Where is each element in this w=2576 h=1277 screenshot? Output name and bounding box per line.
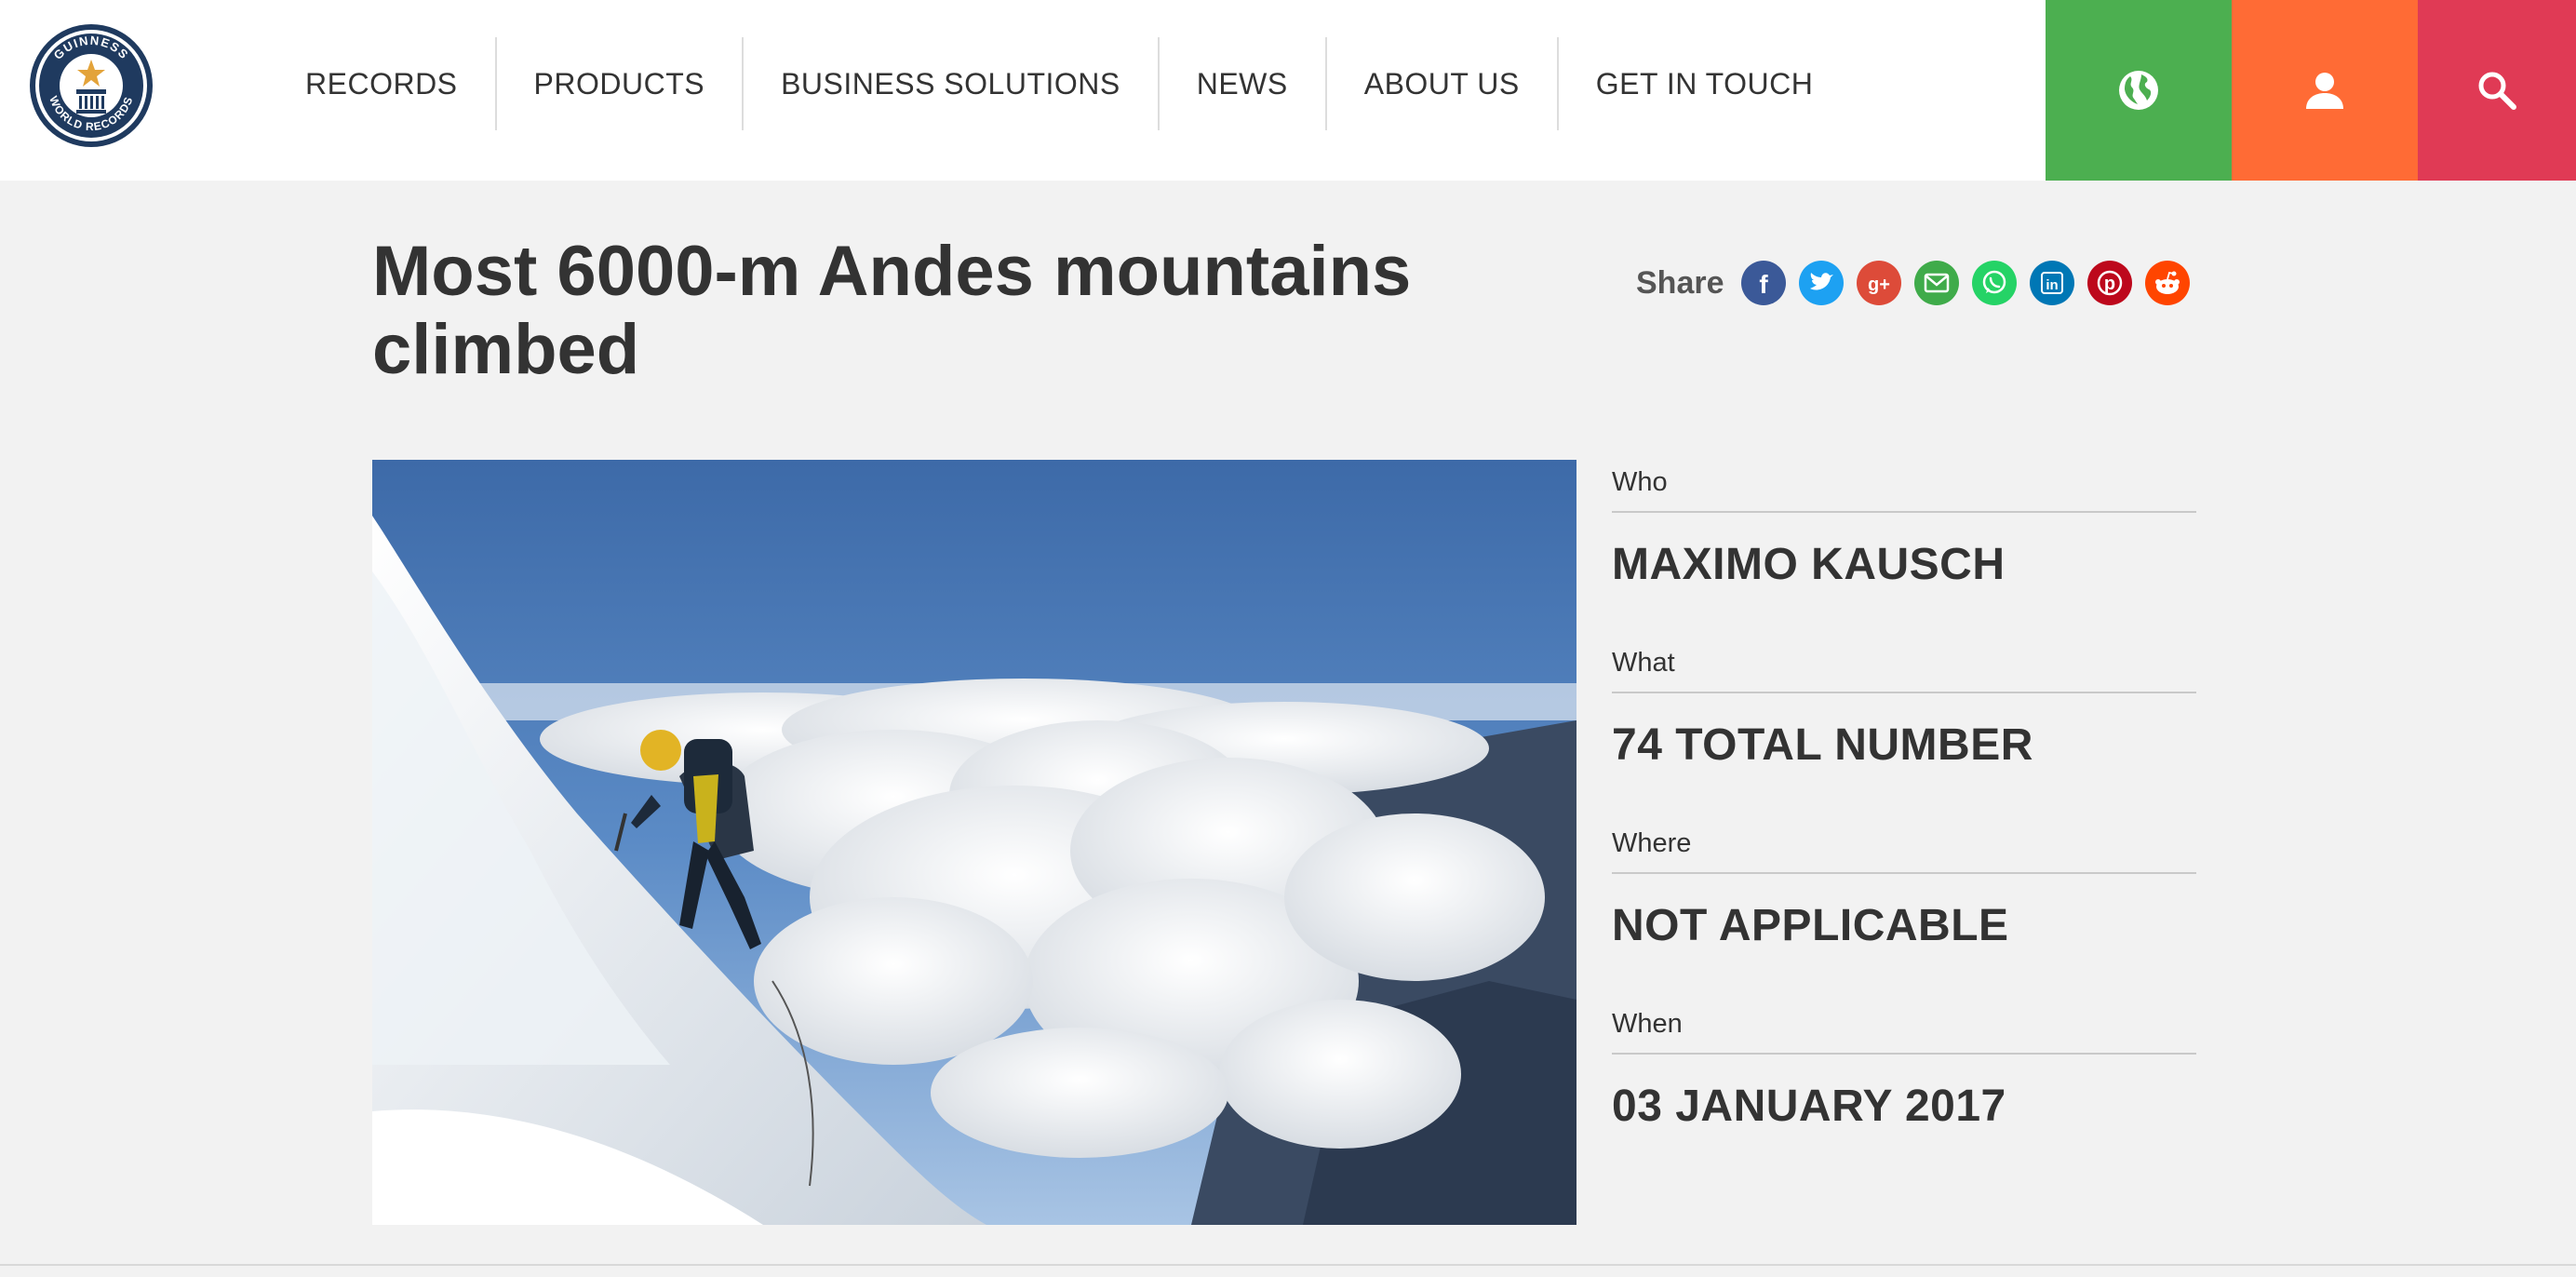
svg-text:p: p bbox=[2103, 274, 2114, 294]
when-label: When bbox=[1612, 1009, 2196, 1055]
linkedin-icon[interactable]: in bbox=[2029, 261, 2074, 305]
svg-text:in: in bbox=[2046, 277, 2058, 293]
guinness-logo[interactable]: GUINNESS WORLD RECORDS bbox=[28, 22, 154, 149]
search-button[interactable] bbox=[2418, 0, 2576, 181]
facebook-icon[interactable]: f bbox=[1740, 261, 1786, 305]
main-nav: RECORDS PRODUCTS BUSINESS SOLUTIONS NEWS… bbox=[270, 37, 1850, 130]
record-details: Who MAXIMO KAUSCH What 74 TOTAL NUMBER W… bbox=[1612, 460, 2196, 1182]
user-icon bbox=[2306, 73, 2343, 109]
nav-item-products[interactable]: PRODUCTS bbox=[494, 37, 743, 130]
content-divider bbox=[0, 1264, 2576, 1266]
site-header: GUINNESS WORLD RECORDS RECORDS PRODUCTS … bbox=[0, 0, 2576, 181]
nav-item-records[interactable]: RECORDS bbox=[270, 37, 495, 130]
svg-text:f: f bbox=[1759, 270, 1768, 299]
globe-icon bbox=[2119, 71, 2158, 110]
what-value: 74 TOTAL NUMBER bbox=[1612, 720, 2033, 770]
record-photo bbox=[372, 460, 1576, 1225]
pinterest-icon[interactable]: p bbox=[2086, 261, 2132, 305]
twitter-icon[interactable] bbox=[1798, 261, 1844, 305]
page-title: Most 6000-m Andes mountains climbed bbox=[372, 232, 1412, 389]
share-label: Share bbox=[1636, 264, 1724, 301]
google-plus-icon[interactable]: g+ bbox=[1856, 261, 1901, 305]
nav-item-get-in-touch[interactable]: GET IN TOUCH bbox=[1556, 37, 1851, 130]
nav-item-about-us[interactable]: ABOUT US bbox=[1324, 37, 1557, 130]
where-value: NOT APPLICABLE bbox=[1612, 901, 2009, 950]
email-icon[interactable] bbox=[1913, 261, 1959, 305]
nav-item-news[interactable]: NEWS bbox=[1157, 37, 1325, 130]
reddit-icon[interactable] bbox=[2144, 261, 2190, 305]
whatsapp-icon[interactable] bbox=[1971, 261, 2017, 305]
what-label: What bbox=[1612, 648, 2196, 693]
language-button[interactable] bbox=[2046, 0, 2232, 181]
where-label: Where bbox=[1612, 828, 2196, 874]
svg-text:g+: g+ bbox=[1868, 275, 1890, 295]
share-bar: Share f g+ in p bbox=[1636, 261, 2203, 305]
nav-item-business-solutions[interactable]: BUSINESS SOLUTIONS bbox=[742, 37, 1158, 130]
account-button[interactable] bbox=[2232, 0, 2418, 181]
search-icon bbox=[2478, 72, 2516, 110]
who-label: Who bbox=[1612, 467, 2196, 513]
who-value: MAXIMO KAUSCH bbox=[1612, 540, 2006, 589]
when-value: 03 JANUARY 2017 bbox=[1612, 1082, 2006, 1131]
